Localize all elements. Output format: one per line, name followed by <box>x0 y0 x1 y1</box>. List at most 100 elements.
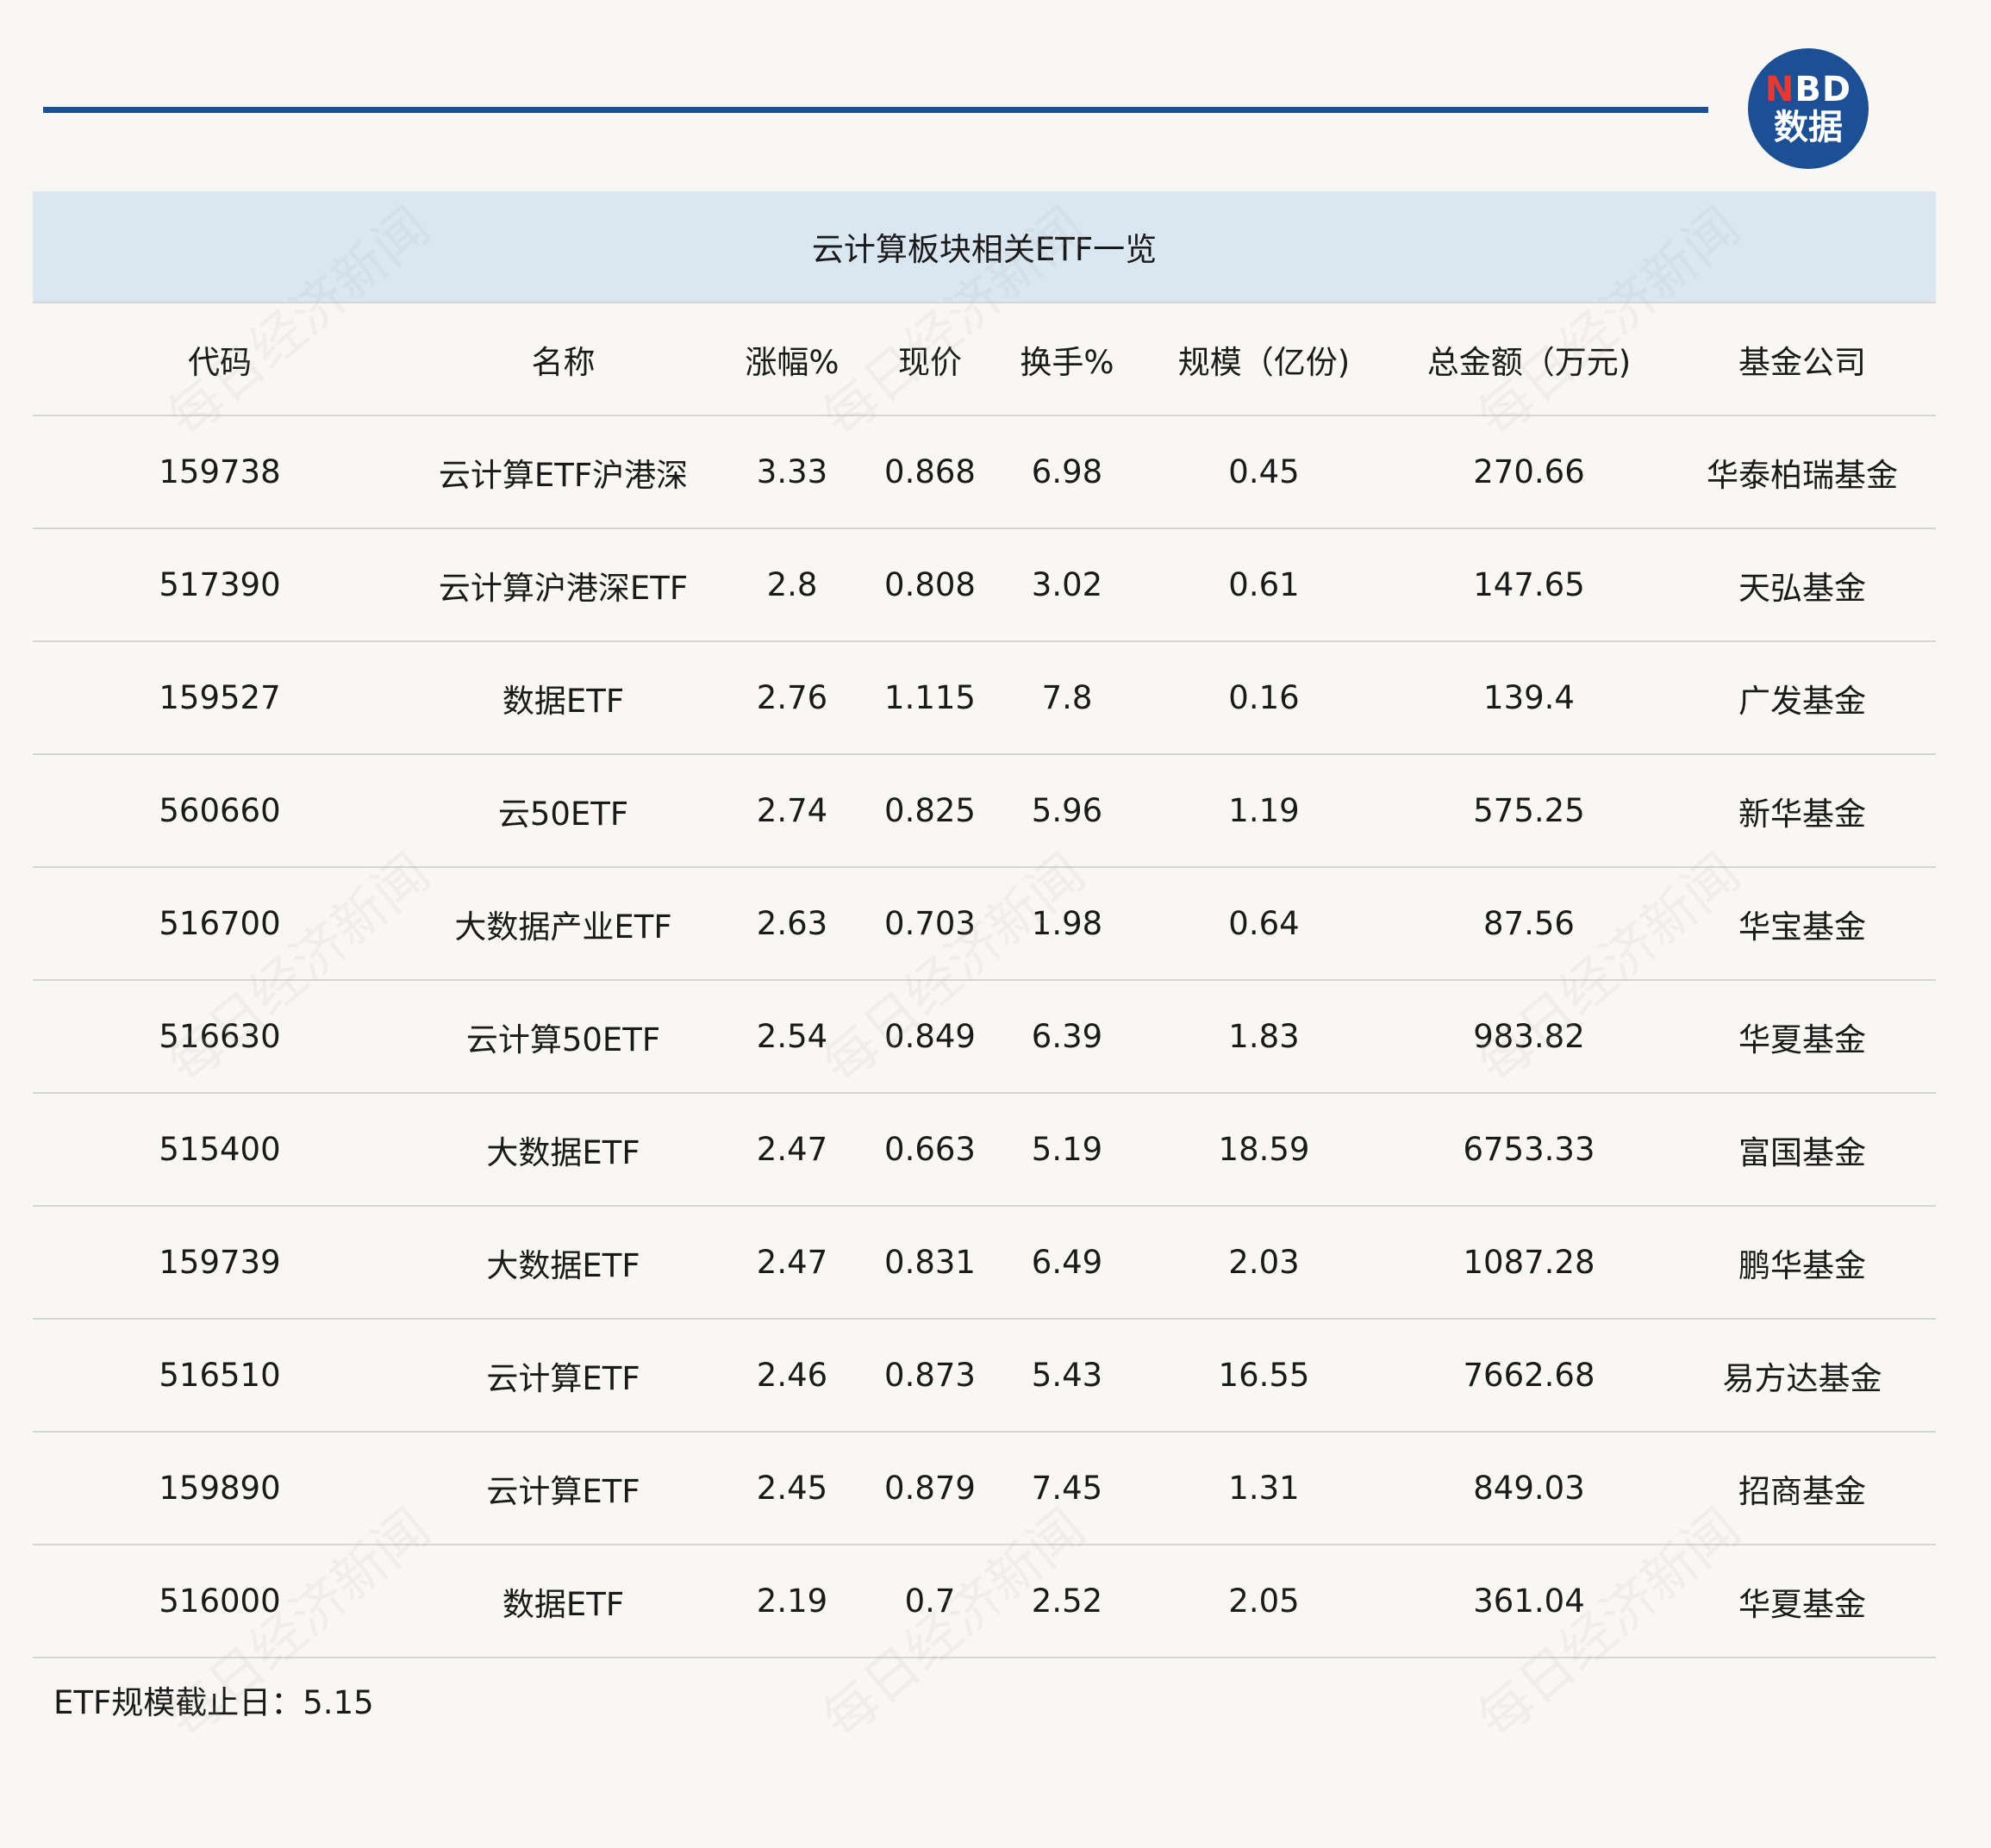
cell-turnover: 6.49 <box>996 1205 1139 1319</box>
cell-amount: 983.82 <box>1389 979 1669 1093</box>
table-row: 517390 云计算沪港深ETF 2.8 0.808 3.02 0.61 147.65 天弘基… <box>33 528 1936 641</box>
cell-change: 2.46 <box>720 1318 864 1432</box>
cell-name: 云计算ETF <box>407 1431 720 1545</box>
cell-turnover: 2.52 <box>996 1544 1139 1658</box>
header-turnover: 换手% <box>996 302 1139 415</box>
table-row: 159739 大数据ETF 2.47 0.831 6.49 2.03 1087.28 鹏华基金 <box>33 1205 1936 1319</box>
table-row: 516510 云计算ETF 2.46 0.873 5.43 16.55 7662.68 易方达… <box>33 1318 1936 1432</box>
table-row: 159527 数据ETF 2.76 1.115 7.8 0.16 139.4 广发基金 <box>33 640 1936 754</box>
cell-code: 159739 <box>33 1205 407 1319</box>
cell-scale: 2.05 <box>1139 1544 1389 1658</box>
cell-change: 2.74 <box>720 753 864 867</box>
header-scale: 规模（亿份) <box>1139 302 1389 415</box>
cell-change: 2.19 <box>720 1544 864 1658</box>
header-change: 涨幅% <box>720 302 864 415</box>
cell-turnover: 6.98 <box>996 415 1139 528</box>
cell-code: 560660 <box>33 753 407 867</box>
cell-code: 516000 <box>33 1544 407 1658</box>
cell-company: 易方达基金 <box>1669 1318 1936 1432</box>
cell-company: 广发基金 <box>1669 640 1936 754</box>
cell-change: 2.8 <box>720 528 864 641</box>
cell-company: 富国基金 <box>1669 1092 1936 1206</box>
table-row: 159738 云计算ETF沪港深 3.33 0.868 6.98 0.45 270.66 华泰… <box>33 415 1936 528</box>
cell-name: 云50ETF <box>407 753 720 867</box>
nbd-logo: NBD 数据 <box>1748 48 1869 169</box>
cell-change: 3.33 <box>720 415 864 528</box>
table-title-band: 云计算板块相关ETF一览 <box>33 191 1936 302</box>
table-row: 516000 数据ETF 2.19 0.7 2.52 2.05 361.04 华夏基金 <box>33 1544 1936 1658</box>
cell-code: 517390 <box>33 528 407 641</box>
cell-amount: 7662.68 <box>1389 1318 1669 1432</box>
cell-name: 数据ETF <box>407 1544 720 1658</box>
cell-company: 华泰柏瑞基金 <box>1669 415 1936 528</box>
cell-scale: 1.31 <box>1139 1431 1389 1545</box>
cell-name: 大数据ETF <box>407 1092 720 1206</box>
table-row: 516700 大数据产业ETF 2.63 0.703 1.98 0.64 87.56 华宝基金 <box>33 866 1936 980</box>
cell-scale: 18.59 <box>1139 1092 1389 1206</box>
cell-company: 新华基金 <box>1669 753 1936 867</box>
cell-change: 2.47 <box>720 1205 864 1319</box>
cell-amount: 361.04 <box>1389 1544 1669 1658</box>
table-title: 云计算板块相关ETF一览 <box>811 231 1158 268</box>
cell-price: 0.7 <box>864 1544 996 1658</box>
cell-price: 0.663 <box>864 1092 996 1206</box>
table-row: 515400 大数据ETF 2.47 0.663 5.19 18.59 6753.33 富国基… <box>33 1092 1936 1206</box>
table-row: 159890 云计算ETF 2.45 0.879 7.45 1.31 849.03 招商基金 <box>33 1431 1936 1545</box>
cell-price: 1.115 <box>864 640 996 754</box>
cell-change: 2.45 <box>720 1431 864 1545</box>
cell-turnover: 6.39 <box>996 979 1139 1093</box>
cell-scale: 0.64 <box>1139 866 1389 980</box>
cell-code: 159890 <box>33 1431 407 1545</box>
cell-amount: 87.56 <box>1389 866 1669 980</box>
cell-company: 华宝基金 <box>1669 866 1936 980</box>
cell-price: 0.868 <box>864 415 996 528</box>
cell-name: 云计算ETF <box>407 1318 720 1432</box>
logo-text-data: 数据 <box>1774 108 1843 147</box>
cell-company: 招商基金 <box>1669 1431 1936 1545</box>
cell-scale: 0.61 <box>1139 528 1389 641</box>
cell-amount: 6753.33 <box>1389 1092 1669 1206</box>
cell-code: 159738 <box>33 415 407 528</box>
cell-turnover: 7.45 <box>996 1431 1139 1545</box>
cell-price: 0.873 <box>864 1318 996 1432</box>
cell-name: 云计算50ETF <box>407 979 720 1093</box>
cell-turnover: 3.02 <box>996 528 1139 641</box>
cell-turnover: 5.96 <box>996 753 1139 867</box>
header-name: 名称 <box>407 302 720 415</box>
cell-company: 鹏华基金 <box>1669 1205 1936 1319</box>
cell-code: 159527 <box>33 640 407 754</box>
cell-turnover: 5.43 <box>996 1318 1139 1432</box>
cell-amount: 849.03 <box>1389 1431 1669 1545</box>
cell-change: 2.47 <box>720 1092 864 1206</box>
cell-amount: 270.66 <box>1389 415 1669 528</box>
table-body: 159738 云计算ETF沪港深 3.33 0.868 6.98 0.45 270.66 华泰… <box>33 415 1936 1658</box>
cell-name: 数据ETF <box>407 640 720 754</box>
cell-name: 大数据ETF <box>407 1205 720 1319</box>
footnote: ETF规模截止日：5.15 <box>53 1684 374 1721</box>
header-code: 代码 <box>33 302 407 415</box>
logo-text-nbd: NBD <box>1764 70 1852 109</box>
cell-scale: 0.45 <box>1139 415 1389 528</box>
cell-price: 0.849 <box>864 979 996 1093</box>
cell-change: 2.54 <box>720 979 864 1093</box>
cell-change: 2.76 <box>720 640 864 754</box>
cell-company: 天弘基金 <box>1669 528 1936 641</box>
cell-name: 大数据产业ETF <box>407 866 720 980</box>
table-row: 560660 云50ETF 2.74 0.825 5.96 1.19 575.25 新华基金 <box>33 753 1936 867</box>
cell-turnover: 5.19 <box>996 1092 1139 1206</box>
header-amount: 总金额（万元) <box>1389 302 1669 415</box>
cell-amount: 575.25 <box>1389 753 1669 867</box>
cell-scale: 16.55 <box>1139 1318 1389 1432</box>
cell-code: 516630 <box>33 979 407 1093</box>
cell-price: 0.808 <box>864 528 996 641</box>
cell-scale: 2.03 <box>1139 1205 1389 1319</box>
table-row: 516630 云计算50ETF 2.54 0.849 6.39 1.83 983.82 华夏基… <box>33 979 1936 1093</box>
cell-code: 516700 <box>33 866 407 980</box>
table-header-row: 代码 名称 涨幅% 现价 换手% 规模（亿份) 总金额（万元) 基金公司 <box>33 302 1936 415</box>
header-company: 基金公司 <box>1669 302 1936 415</box>
cell-company: 华夏基金 <box>1669 979 1936 1093</box>
cell-scale: 0.16 <box>1139 640 1389 754</box>
cell-code: 516510 <box>33 1318 407 1432</box>
cell-code: 515400 <box>33 1092 407 1206</box>
cell-name: 云计算沪港深ETF <box>407 528 720 641</box>
